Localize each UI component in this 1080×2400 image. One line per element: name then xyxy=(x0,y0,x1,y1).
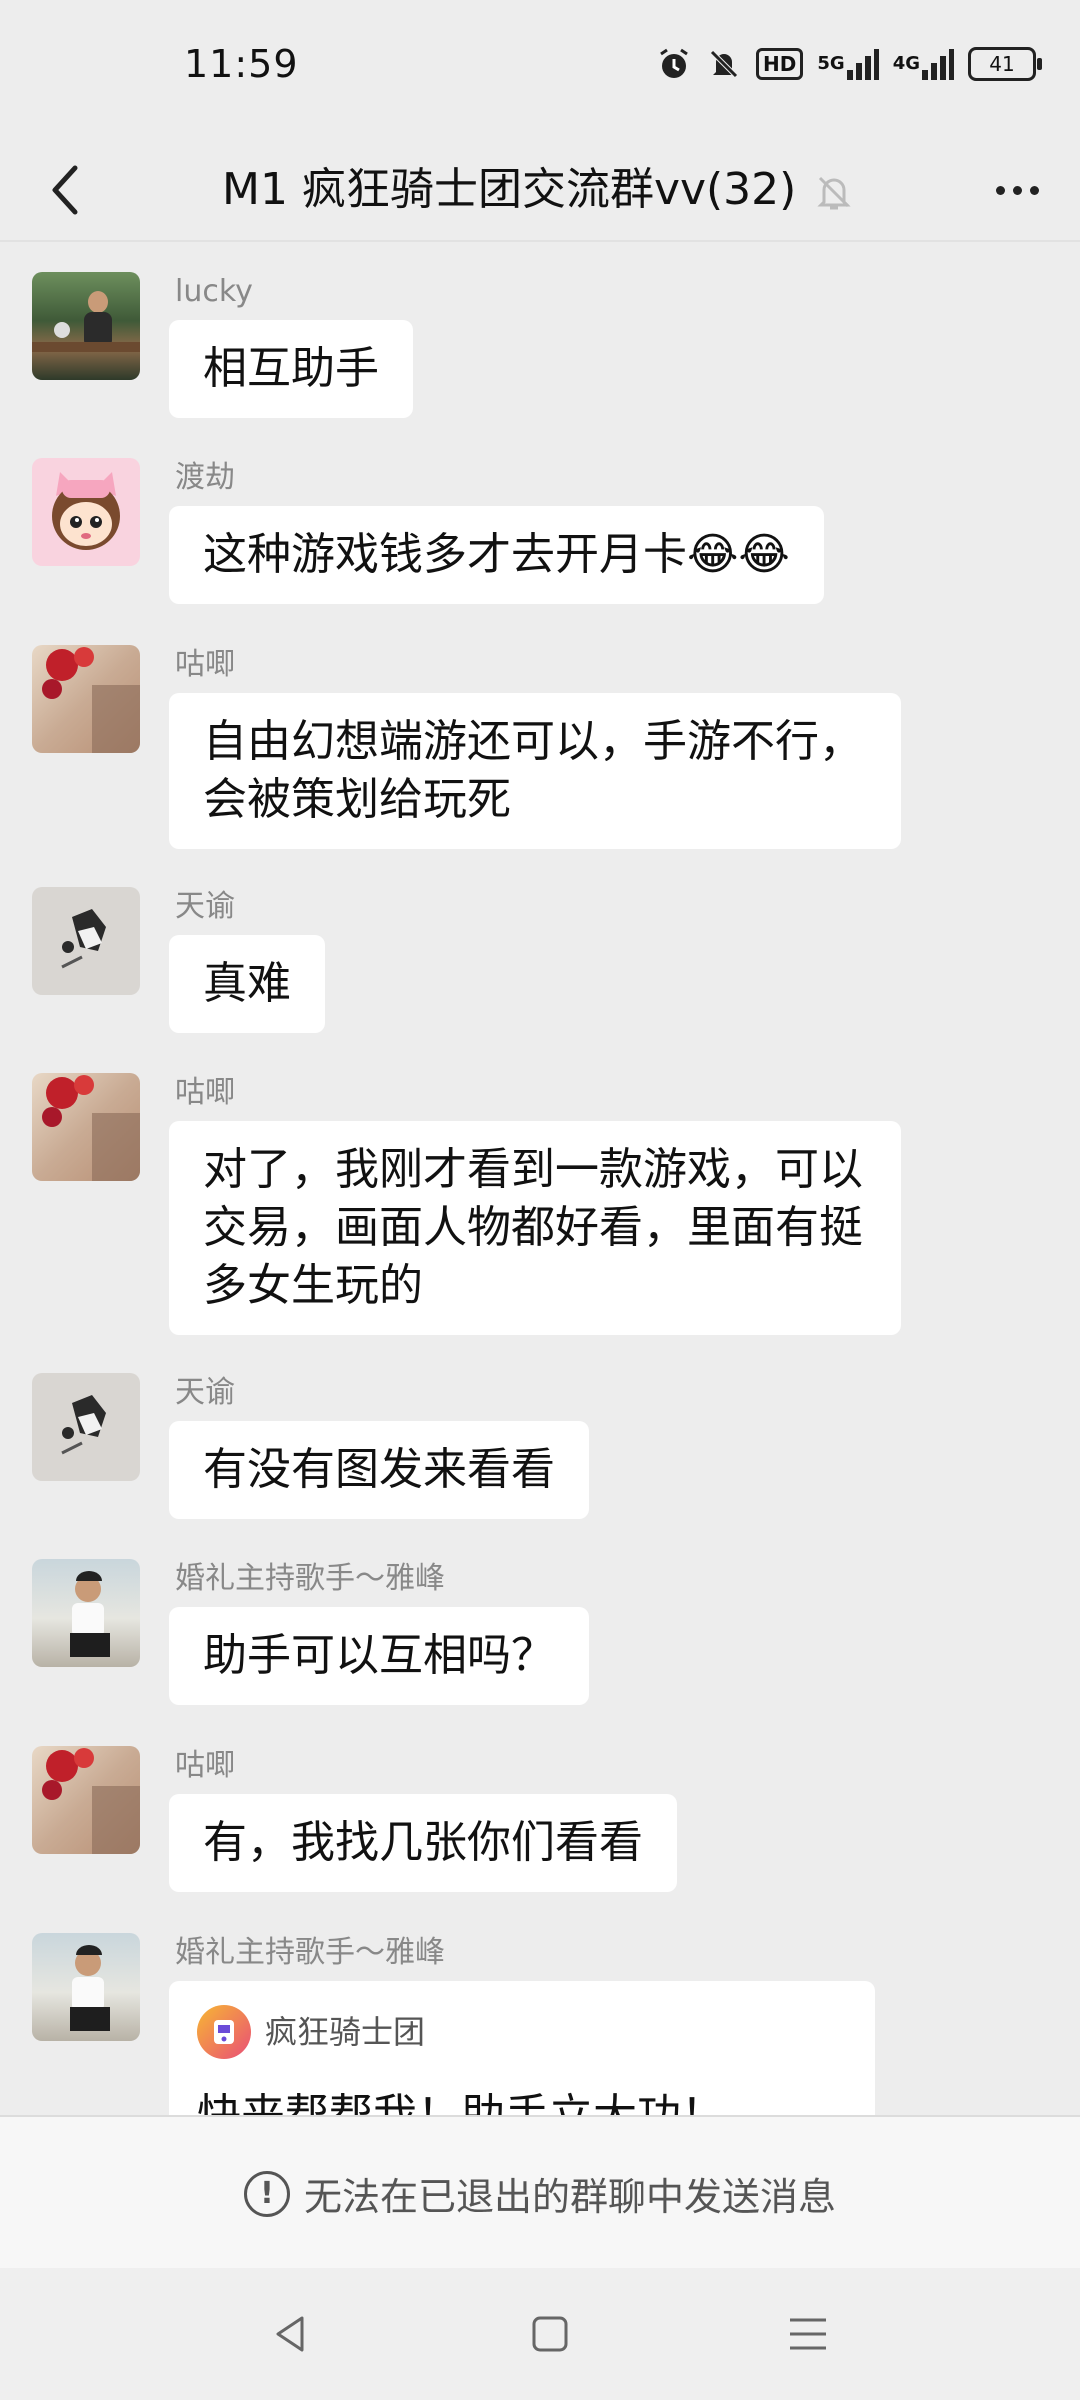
avatar[interactable] xyxy=(32,1373,140,1481)
message-text: 这种游戏钱多才去开月卡😂😂 xyxy=(203,529,790,580)
status-time: 11:59 xyxy=(184,42,299,86)
message-bubble[interactable]: 真难 xyxy=(169,935,325,1033)
chat-title: M1 疯狂骑士团交流群vv(32) xyxy=(222,164,797,215)
status-bar: 11:59 HD 5G 4G 41 xyxy=(0,0,1080,140)
game-logo-icon xyxy=(197,2005,251,2059)
avatar[interactable] xyxy=(32,645,140,753)
more-options-button[interactable] xyxy=(982,160,1052,220)
card-app-name: 疯狂骑士团 xyxy=(265,2013,426,2051)
mini-program-card[interactable]: 疯狂骑士团 快来帮帮我！助手立大功！ xyxy=(169,1981,875,2115)
dot-icon xyxy=(995,185,1005,195)
message-bubble[interactable]: 有没有图发来看看 xyxy=(169,1421,589,1519)
muted-bell-icon xyxy=(812,170,856,214)
sender-name: 咕唧 xyxy=(175,1075,235,1110)
exit-notice: ! 无法在已退出的群聊中发送消息 xyxy=(0,2117,1080,2270)
nav-back-button[interactable] xyxy=(260,2304,320,2364)
square-home-icon xyxy=(532,2316,568,2352)
message-text: 相互助手 xyxy=(203,343,379,394)
alarm-icon xyxy=(656,46,692,82)
avatar[interactable] xyxy=(32,458,140,566)
message-bubble[interactable]: 自由幻想端游还可以，手游不行，会被策划给玩死 xyxy=(169,693,901,849)
message-bubble[interactable]: 这种游戏钱多才去开月卡😂😂 xyxy=(169,506,824,604)
message-list[interactable]: lucky 相互助手 渡劫 这种游戏钱多才去开月卡😂😂 咕唧 自由幻想端游还可以… xyxy=(0,242,1080,2115)
message-text: 自由幻想端游还可以，手游不行，会被策划给玩死 xyxy=(203,716,863,825)
sender-name: lucky xyxy=(175,274,253,309)
signal-4g-icon: 4G xyxy=(893,48,954,80)
hd-voice-icon: HD xyxy=(756,48,804,80)
back-button[interactable] xyxy=(30,152,100,228)
sender-name: 咕唧 xyxy=(175,1748,235,1783)
menu-lines-icon xyxy=(790,2318,826,2350)
message-text: 助手可以互相吗？ xyxy=(203,1630,555,1681)
dot-icon xyxy=(1029,185,1039,195)
avatar[interactable] xyxy=(32,1746,140,1854)
status-icons: HD 5G 4G 41 xyxy=(656,46,1042,82)
message-text: 有没有图发来看看 xyxy=(203,1444,555,1495)
sender-name: 天谕 xyxy=(175,889,235,924)
card-header: 疯狂骑士团 xyxy=(197,2003,847,2061)
avatar[interactable] xyxy=(32,1073,140,1181)
battery-icon: 41 xyxy=(968,47,1042,81)
sender-name: 渡劫 xyxy=(175,460,235,495)
input-bar: ! 无法在已退出的群聊中发送消息 xyxy=(0,2115,1080,2270)
chat-header: M1 疯狂骑士团交流群vv(32) xyxy=(0,140,1080,240)
mute-bell-icon xyxy=(706,46,742,82)
sender-name: 天谕 xyxy=(175,1375,235,1410)
sender-name: 婚礼主持歌手～雅峰 xyxy=(175,1561,445,1596)
battery-level: 41 xyxy=(989,52,1015,76)
sender-name: 婚礼主持歌手～雅峰 xyxy=(175,1935,445,1970)
message-bubble[interactable]: 助手可以互相吗？ xyxy=(169,1607,589,1705)
notice-text: 无法在已退出的群聊中发送消息 xyxy=(303,2175,836,2219)
message-bubble[interactable]: 相互助手 xyxy=(169,320,413,418)
message-text: 有，我找几张你们看看 xyxy=(203,1817,643,1868)
avatar[interactable] xyxy=(32,272,140,380)
chevron-left-icon xyxy=(52,165,78,215)
dot-icon xyxy=(1012,185,1022,195)
exclamation-icon: ! xyxy=(243,2170,290,2217)
avatar[interactable] xyxy=(32,887,140,995)
message-text: 对了，我刚才看到一款游戏，可以交易，画面人物都好看，里面有挺多女生玩的 xyxy=(203,1144,863,1311)
avatar[interactable] xyxy=(32,1933,140,2041)
message-bubble[interactable]: 有，我找几张你们看看 xyxy=(169,1794,677,1892)
signal-5g-icon: 5G xyxy=(817,48,879,80)
card-title: 快来帮帮我！助手立大功！ xyxy=(197,2087,847,2115)
system-nav-bar xyxy=(0,2268,1080,2400)
sender-name: 咕唧 xyxy=(175,647,235,682)
nav-menu-button[interactable] xyxy=(778,2304,838,2364)
nav-home-button[interactable] xyxy=(520,2304,580,2364)
message-bubble[interactable]: 对了，我刚才看到一款游戏，可以交易，画面人物都好看，里面有挺多女生玩的 xyxy=(169,1121,901,1335)
message-text: 真难 xyxy=(203,958,291,1009)
avatar[interactable] xyxy=(32,1559,140,1667)
triangle-back-icon xyxy=(276,2316,304,2352)
